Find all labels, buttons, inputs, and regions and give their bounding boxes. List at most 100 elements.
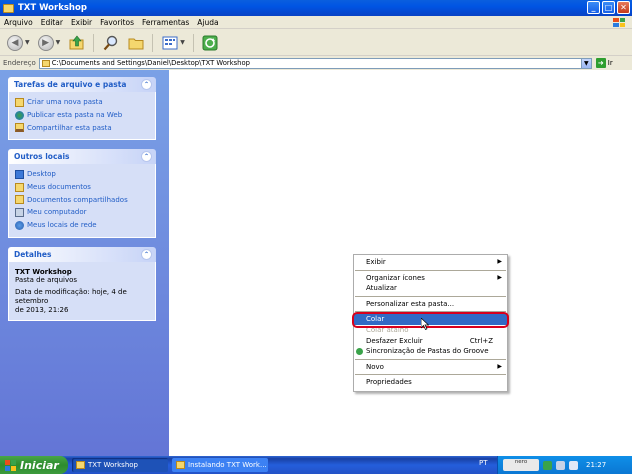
toolbar-separator xyxy=(192,33,194,52)
task-share-folder[interactable]: Compartilhar esta pasta xyxy=(15,121,149,134)
close-button[interactable]: ✕ xyxy=(617,1,630,14)
menu-item-label: Novo xyxy=(366,362,384,371)
network-icon[interactable] xyxy=(569,460,578,470)
shared-documents-icon xyxy=(15,195,24,205)
computer-icon xyxy=(15,207,24,217)
menu-separator xyxy=(355,374,506,376)
task-label: Instalando TXT Work... xyxy=(188,461,267,469)
menu-item-atualizar[interactable]: Atualizar xyxy=(354,283,507,294)
place-my-computer[interactable]: Meu computador xyxy=(15,206,149,219)
groove-icon xyxy=(356,348,363,356)
context-menu: Exibir ▶ Organizar ícones ▶ Atualizar Persona… xyxy=(353,254,508,392)
menu-favoritos[interactable]: Favoritos xyxy=(96,18,138,27)
go-button[interactable]: ➜ Ir xyxy=(595,58,613,68)
back-button[interactable]: ◀ ▼ xyxy=(4,32,33,54)
menu-item-label: Propriedades xyxy=(366,378,412,387)
panel-body: TXT Workshop Pasta de arquivos Data de m… xyxy=(8,261,156,321)
views-button[interactable]: ▼ xyxy=(158,32,188,54)
place-shared-documents[interactable]: Documentos compartilhados xyxy=(15,193,149,206)
menu-ajuda[interactable]: Ajuda xyxy=(193,18,222,27)
minimize-button[interactable]: _ xyxy=(587,1,600,14)
address-dropdown-button[interactable]: ▼ xyxy=(580,58,591,68)
search-icon xyxy=(102,34,119,51)
menu-item-sincroniza-o-de-pastas-do-groove[interactable]: Sincronização de Pastas do Groove xyxy=(354,346,507,357)
windows-logo-icon xyxy=(609,16,629,29)
forward-icon: ▶ xyxy=(37,34,54,51)
panel-header[interactable]: Outros locais ⌃ xyxy=(8,149,156,165)
details-modified-cont: de 2013, 21:26 xyxy=(15,305,69,314)
taskbar-item-txt-workshop[interactable]: TXT Workshop xyxy=(72,458,168,472)
chevron-down-icon: ▼ xyxy=(25,39,30,46)
panel-title: Outros locais xyxy=(14,152,70,162)
panel-title: Detalhes xyxy=(14,249,52,259)
details-modified: Data de modificação: hoje, 4 de setembro xyxy=(15,287,127,305)
menu-item-label: Colar atalho xyxy=(366,325,409,334)
search-button[interactable] xyxy=(99,32,122,54)
menu-ferramentas[interactable]: Ferramentas xyxy=(138,18,193,27)
menu-exibir[interactable]: Exibir xyxy=(67,18,96,27)
panel-title: Tarefas de arquivo e pasta xyxy=(14,80,127,89)
address-label: Endereço xyxy=(3,59,36,67)
submenu-arrow-icon: ▶ xyxy=(497,258,502,265)
task-new-folder[interactable]: Criar uma nova pasta xyxy=(15,96,149,109)
folders-button[interactable] xyxy=(124,32,147,54)
details-panel: Detalhes ⌃ TXT Workshop Pasta de arquivo… xyxy=(8,246,156,321)
menu-item-propriedades[interactable]: Propriedades xyxy=(354,377,507,388)
menu-arquivo[interactable]: Arquivo xyxy=(0,18,37,27)
language-indicator[interactable]: PT xyxy=(479,459,488,467)
menu-item-organizar-cones[interactable]: Organizar ícones ▶ xyxy=(354,273,507,284)
start-button[interactable]: Iniciar xyxy=(0,456,68,474)
menu-separator xyxy=(355,358,506,360)
title-bar: TXT Workshop _ □ ✕ xyxy=(0,0,632,16)
chevron-down-icon: ▼ xyxy=(55,39,61,46)
place-network[interactable]: Meus locais de rede xyxy=(15,219,149,232)
details-name: TXT Workshop xyxy=(15,267,72,276)
address-input[interactable]: C:\Documents and Settings\Daniel\Desktop… xyxy=(38,57,592,69)
maximize-button[interactable]: □ xyxy=(602,1,615,14)
task-publish-web[interactable]: Publicar esta pasta na Web xyxy=(15,109,149,122)
forward-button[interactable]: ▶ ▼ xyxy=(35,32,64,54)
sync-button[interactable] xyxy=(199,32,222,54)
up-folder-icon xyxy=(68,34,85,51)
submenu-arrow-icon: ▶ xyxy=(497,273,502,281)
nero-tray-icon[interactable]: nero xyxy=(503,459,539,471)
panel-header[interactable]: Tarefas de arquivo e pasta ⌃ xyxy=(8,77,156,92)
up-folder-button[interactable] xyxy=(65,32,88,54)
menu-item-exibir[interactable]: Exibir ▶ xyxy=(354,257,507,268)
taskbar-item-installer[interactable]: Instalando TXT Work... xyxy=(172,458,268,472)
menu-item-colar[interactable]: Colar xyxy=(354,314,507,325)
link-label: Desktop xyxy=(27,170,56,179)
system-tray: nero 21:27 xyxy=(497,456,632,474)
menu-separator xyxy=(355,269,506,271)
share-folder-icon xyxy=(15,123,24,133)
menu-separator xyxy=(355,311,506,313)
taskbar: Iniciar TXT Workshop Instalando TXT Work… xyxy=(0,456,632,474)
menu-editar[interactable]: Editar xyxy=(37,18,67,27)
address-path: C:\Documents and Settings\Daniel\Desktop… xyxy=(51,59,250,67)
collapse-icon[interactable]: ⌃ xyxy=(141,79,152,90)
menu-item-personalizar-esta-pasta[interactable]: Personalizar esta pasta... xyxy=(354,299,507,310)
menu-item-label: Desfazer Excluir xyxy=(366,336,423,345)
toolbar: ◀ ▼ ▶ ▼ ▼ xyxy=(0,30,632,56)
collapse-icon[interactable]: ⌃ xyxy=(141,151,152,163)
place-my-documents[interactable]: Meus documentos xyxy=(15,181,149,194)
sync-icon xyxy=(202,34,219,51)
window-title: TXT Workshop xyxy=(18,3,87,13)
link-label: Publicar esta pasta na Web xyxy=(27,111,123,120)
mouse-cursor-icon xyxy=(421,318,429,330)
go-label: Ir xyxy=(607,59,613,67)
link-label: Meus locais de rede xyxy=(27,221,97,230)
place-desktop[interactable]: Desktop xyxy=(15,168,149,181)
menu-separator xyxy=(355,295,506,297)
volume-icon[interactable] xyxy=(556,460,565,470)
panel-header[interactable]: Detalhes ⌃ xyxy=(8,246,156,262)
collapse-icon[interactable]: ⌃ xyxy=(141,248,152,260)
file-folder-tasks-panel: Tarefas de arquivo e pasta ⌃ Criar uma n… xyxy=(8,77,156,141)
submenu-arrow-icon: ▶ xyxy=(497,362,502,370)
tray-app-icon[interactable] xyxy=(543,460,552,470)
menu-item-desfazer-excluir[interactable]: Desfazer Excluir Ctrl+Z xyxy=(354,336,507,347)
panel-body: Desktop Meus documentos Documentos compa… xyxy=(8,164,156,238)
menu-item-novo[interactable]: Novo ▶ xyxy=(354,362,507,373)
clock[interactable]: 21:27 xyxy=(586,461,606,469)
menu-bar: Arquivo Editar Exibir Favoritos Ferramen… xyxy=(0,16,632,29)
